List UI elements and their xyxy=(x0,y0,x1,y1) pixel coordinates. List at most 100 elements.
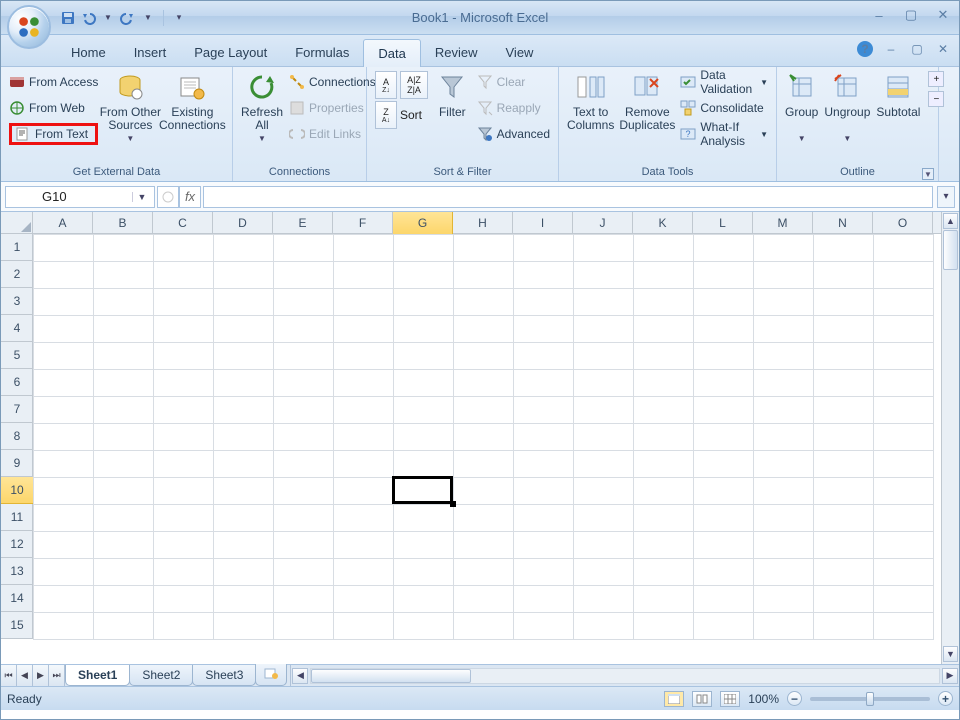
cell[interactable] xyxy=(154,370,214,397)
cell[interactable] xyxy=(514,343,574,370)
row-header-15[interactable]: 15 xyxy=(1,612,33,639)
column-header-F[interactable]: F xyxy=(333,212,393,234)
cell[interactable] xyxy=(214,613,274,640)
normal-view-button[interactable] xyxy=(664,691,684,707)
sheet-nav-next[interactable]: ▶ xyxy=(33,665,49,686)
cell[interactable] xyxy=(814,478,874,505)
cell[interactable] xyxy=(94,235,154,262)
cell[interactable] xyxy=(334,289,394,316)
cell[interactable] xyxy=(334,613,394,640)
cell[interactable] xyxy=(874,235,934,262)
cell[interactable] xyxy=(754,397,814,424)
cell[interactable] xyxy=(394,397,454,424)
cell[interactable] xyxy=(754,532,814,559)
from-access-button[interactable]: From Access xyxy=(9,71,98,93)
cell[interactable] xyxy=(334,343,394,370)
undo-dropdown-icon[interactable]: ▼ xyxy=(99,9,117,27)
cell[interactable] xyxy=(454,451,514,478)
cell[interactable] xyxy=(34,586,94,613)
cell[interactable] xyxy=(94,316,154,343)
cell[interactable] xyxy=(454,505,514,532)
cell[interactable] xyxy=(34,397,94,424)
cell[interactable] xyxy=(334,370,394,397)
cell[interactable] xyxy=(454,397,514,424)
cell[interactable] xyxy=(394,505,454,532)
cell[interactable] xyxy=(34,370,94,397)
cell[interactable] xyxy=(454,532,514,559)
cell[interactable] xyxy=(574,505,634,532)
cell-grid[interactable] xyxy=(33,234,959,640)
name-box[interactable]: G10 ▼ xyxy=(5,186,155,208)
cell[interactable] xyxy=(634,289,694,316)
vertical-scrollbar[interactable]: ▲ ▼ xyxy=(941,212,959,664)
cell[interactable] xyxy=(634,559,694,586)
cell[interactable] xyxy=(634,397,694,424)
cell[interactable] xyxy=(34,235,94,262)
insert-sheet-button[interactable] xyxy=(255,664,287,686)
cell[interactable] xyxy=(634,316,694,343)
cell[interactable] xyxy=(514,478,574,505)
cell[interactable] xyxy=(754,559,814,586)
cell[interactable] xyxy=(94,505,154,532)
cell[interactable] xyxy=(754,613,814,640)
from-text-button[interactable]: From Text xyxy=(9,123,98,145)
cell[interactable] xyxy=(394,424,454,451)
cell[interactable] xyxy=(214,478,274,505)
row-header-2[interactable]: 2 xyxy=(1,261,33,288)
cell[interactable] xyxy=(154,424,214,451)
cell[interactable] xyxy=(34,262,94,289)
cell[interactable] xyxy=(334,451,394,478)
zoom-out-button[interactable]: − xyxy=(787,691,802,706)
cell[interactable] xyxy=(754,478,814,505)
zoom-in-button[interactable]: + xyxy=(938,691,953,706)
cell[interactable] xyxy=(694,289,754,316)
cell[interactable] xyxy=(94,532,154,559)
cell[interactable] xyxy=(214,451,274,478)
cell[interactable] xyxy=(274,316,334,343)
cell[interactable] xyxy=(394,451,454,478)
cell[interactable] xyxy=(154,289,214,316)
cell[interactable] xyxy=(214,532,274,559)
from-web-button[interactable]: From Web xyxy=(9,97,98,119)
cell[interactable] xyxy=(34,424,94,451)
cell[interactable] xyxy=(574,532,634,559)
cell[interactable] xyxy=(694,532,754,559)
cell[interactable] xyxy=(634,613,694,640)
cell[interactable] xyxy=(874,343,934,370)
sheet-tab-sheet3[interactable]: Sheet3 xyxy=(192,665,256,686)
close-button[interactable]: ✕ xyxy=(933,5,953,25)
cell[interactable] xyxy=(814,586,874,613)
what-if-analysis-button[interactable]: ? What-If Analysis ▼ xyxy=(680,123,768,145)
cell[interactable] xyxy=(454,559,514,586)
cell[interactable] xyxy=(634,370,694,397)
cell[interactable] xyxy=(454,478,514,505)
row-header-1[interactable]: 1 xyxy=(1,234,33,261)
cell[interactable] xyxy=(394,532,454,559)
row-header-9[interactable]: 9 xyxy=(1,450,33,477)
cell[interactable] xyxy=(214,262,274,289)
cell[interactable] xyxy=(874,397,934,424)
ungroup-button[interactable]: Ungroup ▼ xyxy=(824,71,870,144)
sheet-nav-prev[interactable]: ◀ xyxy=(17,665,33,686)
cell[interactable] xyxy=(214,559,274,586)
cell[interactable] xyxy=(574,235,634,262)
sheet-nav-first[interactable]: ⏮ xyxy=(1,665,17,686)
cell[interactable] xyxy=(94,586,154,613)
cell[interactable] xyxy=(694,262,754,289)
cell[interactable] xyxy=(214,235,274,262)
cell[interactable] xyxy=(334,505,394,532)
cell[interactable] xyxy=(94,370,154,397)
select-all-corner[interactable] xyxy=(1,212,33,234)
cell[interactable] xyxy=(634,478,694,505)
cell[interactable] xyxy=(94,424,154,451)
cell[interactable] xyxy=(634,532,694,559)
cell[interactable] xyxy=(754,316,814,343)
save-icon[interactable] xyxy=(59,9,77,27)
show-detail-button[interactable]: + xyxy=(928,71,944,87)
page-break-view-button[interactable] xyxy=(720,691,740,707)
cell[interactable] xyxy=(814,532,874,559)
cell[interactable] xyxy=(874,532,934,559)
zoom-level[interactable]: 100% xyxy=(748,692,779,706)
cell[interactable] xyxy=(874,451,934,478)
cell[interactable] xyxy=(214,343,274,370)
